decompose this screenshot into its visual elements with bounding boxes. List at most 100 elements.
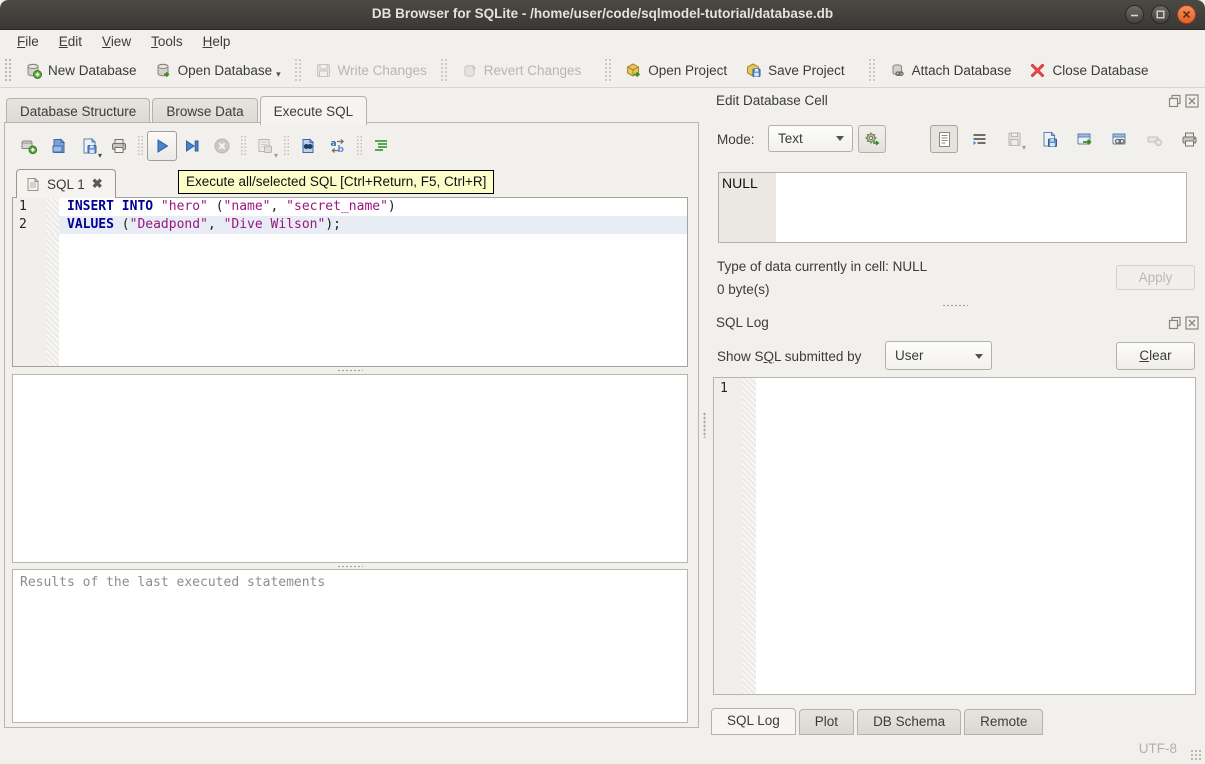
auto-mode-button[interactable] [858,125,886,153]
cell-value: NULL [722,175,758,191]
project-open-icon [625,62,642,79]
cell-size-text: 0 byte(s) [717,282,770,297]
find-button[interactable] [293,131,323,161]
open-project-button[interactable]: Open Project [616,57,736,84]
editor-results-splitter[interactable] [12,367,688,373]
sql-document-tab[interactable]: SQL 1 ✖ [16,169,116,198]
find-replace-button[interactable]: ab [323,131,353,161]
results-grid-pane[interactable] [12,374,688,563]
set-null-button [1140,125,1168,153]
code-text[interactable]: VALUES ("Deadpond", "Dive Wilson"); [59,216,687,234]
toolbar-separator [604,58,612,82]
code-text[interactable]: INSERT INTO "hero" ("name", "secret_name… [59,198,687,216]
write-changes-icon [315,62,332,79]
stop-icon [213,137,231,155]
dock-float-icon[interactable] [1168,316,1182,330]
sql-log-area[interactable]: 1 [713,377,1196,695]
menu-file[interactable]: File [8,32,48,51]
close-database-button[interactable]: Close Database [1020,57,1157,84]
format-sql-button[interactable] [366,131,396,161]
minimize-button[interactable] [1125,5,1144,24]
open-sql-file-button[interactable] [44,131,74,161]
dock-close-icon[interactable] [1185,94,1199,108]
export-file-button[interactable] [1035,125,1063,153]
dock-splitter[interactable] [710,302,1199,309]
save-sql-file-button[interactable]: ▾ [74,131,104,161]
save-sql-file-icon [80,137,98,155]
project-save-icon [745,62,762,79]
save-project-button[interactable]: Save Project [736,57,854,84]
set-null-icon [1146,131,1163,148]
dock-tab-db-schema[interactable]: DB Schema [857,709,961,735]
find-icon [299,137,317,155]
execute-tooltip: Execute all/selected SQL [Ctrl+Return, F… [178,170,494,194]
log-filter-select[interactable]: User [885,341,992,370]
attach-database-button[interactable]: Attach Database [880,57,1021,84]
print-cell-button[interactable] [1175,125,1203,153]
open-database-label: Open Database [178,63,273,78]
execute-all-button[interactable] [147,131,177,161]
menu-edit[interactable]: Edit [50,32,91,51]
mode-value: Text [778,131,803,146]
open-database-button[interactable]: Open Database ▾ [146,57,290,84]
open-database-dropdown-arrow[interactable]: ▾ [276,69,281,80]
fold-margin [46,216,59,234]
dock-tab-plot[interactable]: Plot [799,709,854,735]
edit-cell-dock-buttons [1168,94,1199,108]
chevron-down-icon [836,136,844,141]
results-message-pane[interactable]: Results of the last executed statements [12,569,688,723]
execute-line-button[interactable] [177,131,207,161]
toolbar-separator [137,135,144,157]
write-changes-label: Write Changes [338,63,427,78]
new-sql-tab-button[interactable] [14,131,44,161]
mode-select[interactable]: Text [768,125,853,152]
svg-text:a: a [331,139,337,149]
open-sql-file-icon [50,137,68,155]
dock-float-icon[interactable] [1168,94,1182,108]
app-window: DB Browser for SQLite - /home/user/code/… [0,0,1205,764]
tab-execute-sql[interactable]: Execute SQL [260,96,368,125]
cell-value-editor[interactable]: NULL [718,172,1187,243]
print-icon [1181,131,1198,148]
export-file-icon [1041,131,1058,148]
link-button[interactable] [1105,125,1133,153]
resize-grip[interactable] [1190,749,1202,761]
sql-code-editor[interactable]: 1INSERT INTO "hero" ("name", "secret_nam… [12,197,688,367]
print-sql-button[interactable] [104,131,134,161]
dock-tab-remote[interactable]: Remote [964,709,1043,735]
menu-help[interactable]: Help [194,32,240,51]
window-title: DB Browser for SQLite - /home/user/code/… [0,6,1205,21]
toolbar-separator [440,58,448,82]
save-sql-dropdown-arrow[interactable]: ▾ [98,151,102,160]
menu-view[interactable]: View [93,32,140,51]
new-database-button[interactable]: New Database [16,57,146,84]
execute-line-icon [183,137,201,155]
revert-changes-icon [461,62,478,79]
cell-type-text: Type of data currently in cell: NULL [717,259,927,274]
find-replace-icon: ab [329,137,347,155]
panel-splitter[interactable] [700,122,709,728]
dock-tab-sql-log[interactable]: SQL Log [711,708,796,735]
toolbar-separator [283,135,290,157]
open-in-app-button[interactable] [1070,125,1098,153]
menu-tools[interactable]: Tools [142,32,192,51]
text-mode-button[interactable] [930,125,958,153]
clear-log-button[interactable]: Clear [1116,342,1195,370]
maximize-button[interactable] [1151,5,1170,24]
close-button[interactable] [1177,5,1196,24]
format-sql-icon [372,137,390,155]
code-line-2[interactable]: 2VALUES ("Deadpond", "Dive Wilson"); [13,216,687,234]
editor-empty-area[interactable] [13,234,687,366]
dock-close-icon[interactable] [1185,316,1199,330]
menubar: File Edit View Tools Help [0,30,1205,53]
sql-log-dock-buttons [1168,316,1199,330]
word-wrap-button[interactable] [965,125,993,153]
close-sql-tab-icon[interactable]: ✖ [92,176,103,192]
text-mode-icon [936,131,953,148]
toolbar-separator [240,135,247,157]
print-icon [110,137,128,155]
titlebar[interactable]: DB Browser for SQLite - /home/user/code/… [0,0,1205,30]
log-text-area[interactable] [756,378,1195,694]
toolbar-grip[interactable] [4,58,12,82]
code-line-1[interactable]: 1INSERT INTO "hero" ("name", "secret_nam… [13,198,687,216]
